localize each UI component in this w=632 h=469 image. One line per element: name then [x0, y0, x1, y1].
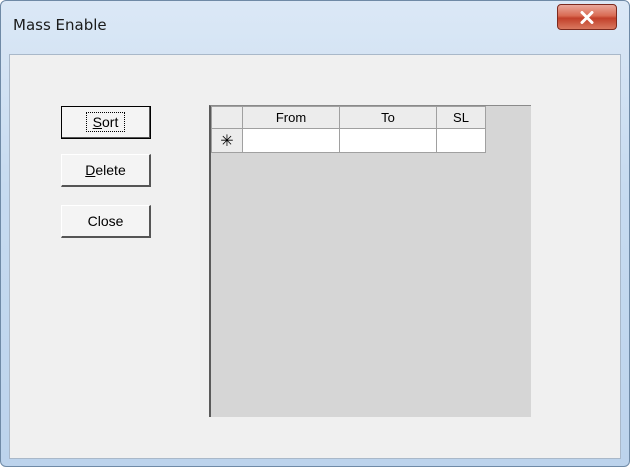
- close-icon: [580, 10, 594, 24]
- table-row: ✳: [211, 128, 486, 153]
- mass-enable-grid[interactable]: From To SL ✳: [209, 105, 531, 417]
- sort-button-label: ort: [102, 114, 119, 130]
- to-cell[interactable]: [339, 128, 437, 153]
- window-title: Mass Enable: [13, 16, 107, 34]
- sort-button-focus: Sort: [85, 112, 126, 132]
- column-header-sl[interactable]: SL: [436, 106, 486, 129]
- grid-corner-cell[interactable]: [211, 106, 243, 129]
- grid-header-row: From To SL: [211, 106, 486, 129]
- mass-enable-window: Mass Enable Sort Delete Close From To SL: [0, 0, 630, 467]
- sl-cell[interactable]: [436, 128, 486, 153]
- delete-button[interactable]: Delete: [61, 154, 151, 187]
- close-button[interactable]: Close: [61, 205, 151, 238]
- delete-accel-key: D: [85, 162, 96, 178]
- sort-button[interactable]: Sort: [61, 106, 151, 139]
- column-header-to[interactable]: To: [339, 106, 437, 129]
- from-cell[interactable]: [242, 128, 340, 153]
- title-bar[interactable]: Mass Enable: [1, 1, 629, 47]
- delete-button-label: elete: [95, 162, 126, 178]
- asterisk-icon[interactable]: ✳: [211, 128, 243, 153]
- sort-accel-key: S: [92, 114, 102, 130]
- dialog-client-area: Sort Delete Close From To SL ✳: [9, 54, 621, 459]
- column-header-from[interactable]: From: [242, 106, 340, 129]
- grid-table: From To SL ✳: [211, 106, 486, 153]
- window-close-button[interactable]: [557, 4, 617, 30]
